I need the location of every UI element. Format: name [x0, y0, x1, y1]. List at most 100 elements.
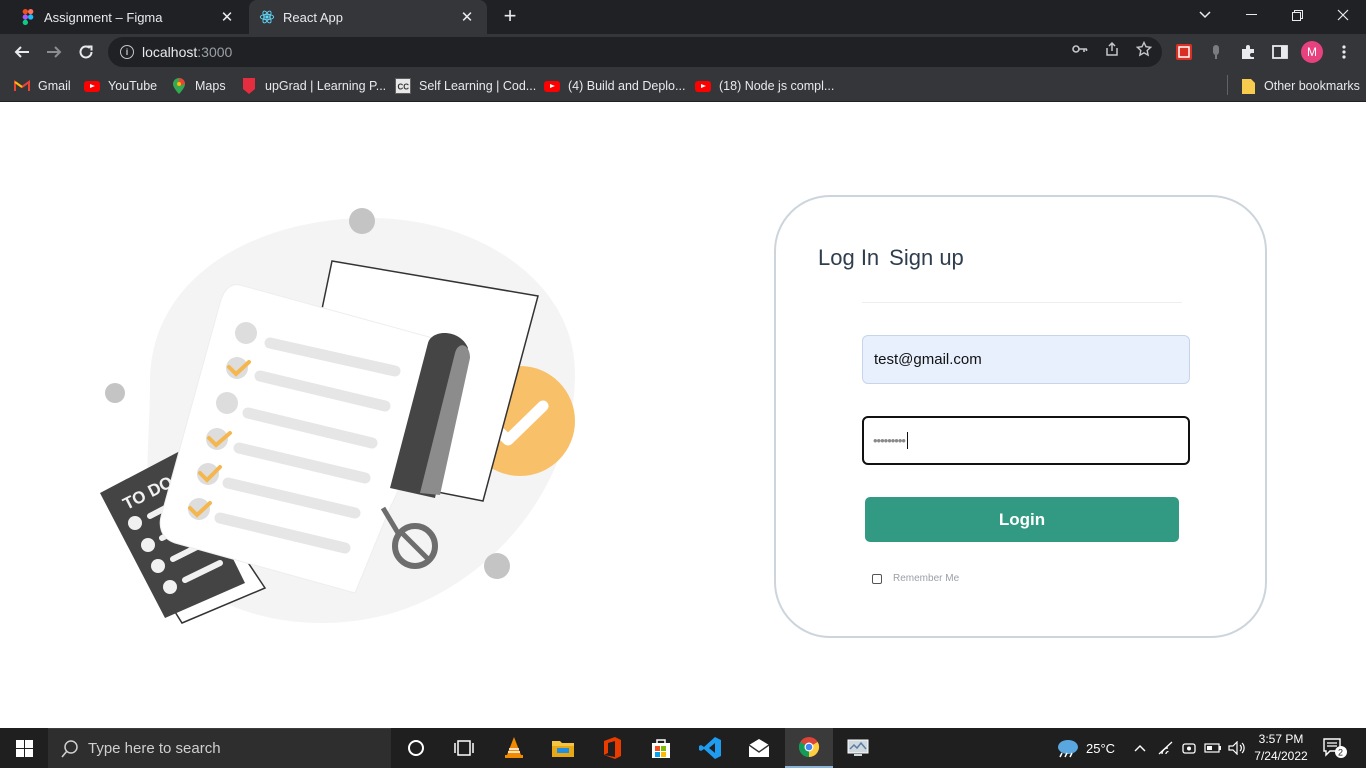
close-window-icon[interactable] — [1320, 0, 1366, 30]
tab-login[interactable]: Log In — [818, 245, 879, 271]
youtube-icon — [544, 79, 560, 93]
email-field[interactable]: test@gmail.com — [862, 335, 1190, 384]
temperature: 25°C — [1086, 740, 1116, 756]
youtube-icon — [695, 79, 711, 93]
address-port: :3000 — [197, 44, 233, 60]
windows-start-icon[interactable] — [0, 728, 48, 768]
taskbar-search[interactable]: Type here to search — [48, 728, 391, 768]
bookmarks-bar: Gmail YouTube Maps upGrad | Learning P..… — [0, 70, 1366, 102]
forward-arrow-icon[interactable] — [40, 38, 68, 66]
task-view-icon[interactable] — [440, 728, 488, 768]
remember-me[interactable]: Remember Me — [872, 573, 959, 584]
bookmark-youtube[interactable]: YouTube — [84, 76, 157, 96]
notification-center-icon[interactable]: 2 — [1322, 728, 1348, 768]
extension-red-icon[interactable] — [1174, 42, 1194, 62]
windows-taskbar: Type here to search 25°C 3:57 PM 7/24/20… — [0, 728, 1366, 768]
other-bookmarks-label: Other bookmarks — [1264, 79, 1360, 93]
folder-icon — [1240, 78, 1256, 94]
tray-overflow-icon[interactable] — [1134, 728, 1146, 768]
tab-signup[interactable]: Sign up — [889, 245, 964, 271]
search-placeholder: Type here to search — [88, 740, 221, 757]
remote-desktop-icon[interactable] — [834, 728, 882, 768]
login-button[interactable]: Login — [865, 497, 1179, 542]
extension-mic-icon[interactable] — [1206, 42, 1226, 62]
volume-icon[interactable] — [1228, 728, 1246, 768]
battery-icon[interactable] — [1204, 728, 1222, 768]
remember-me-label: Remember Me — [893, 573, 960, 584]
clock-time: 3:57 PM — [1258, 732, 1304, 746]
decor-dot — [484, 553, 510, 579]
back-arrow-icon[interactable] — [8, 38, 36, 66]
extensions-puzzle-icon[interactable] — [1238, 42, 1258, 62]
bookmark-label: Maps — [195, 79, 226, 93]
codingclub-icon: CC — [395, 78, 411, 94]
share-icon[interactable] — [1104, 41, 1120, 57]
gmail-icon — [14, 79, 30, 93]
minimize-icon[interactable] — [1228, 0, 1274, 30]
browser-tab-strip: Assignment – Figma ✕ React App ✕ + — [0, 0, 1366, 34]
side-panel-icon[interactable] — [1270, 42, 1290, 62]
remember-me-checkbox[interactable] — [872, 573, 882, 584]
tab-figma[interactable]: Assignment – Figma ✕ — [0, 0, 247, 34]
new-tab-button[interactable]: + — [498, 4, 522, 28]
tab-search-chevron-icon[interactable] — [1182, 0, 1228, 30]
react-icon — [259, 9, 275, 25]
bookmark-label: upGrad | Learning P... — [265, 79, 387, 93]
page-content: TO DO Log In Sign up test@gmail.com ••••… — [0, 103, 1366, 728]
login-card: Log In Sign up test@gmail.com ••••••••• … — [774, 195, 1267, 638]
decor-dot — [349, 208, 375, 234]
office-icon[interactable] — [588, 728, 636, 768]
figma-icon — [20, 9, 36, 25]
svg-text:CC: CC — [398, 83, 410, 92]
network-icon[interactable] — [1158, 728, 1174, 768]
cortana-icon[interactable] — [392, 728, 440, 768]
tab-react-app[interactable]: React App ✕ — [249, 0, 487, 34]
address-bar[interactable]: i localhost :3000 — [108, 37, 1162, 67]
clock-date: 7/24/2022 — [1254, 749, 1308, 763]
other-bookmarks[interactable]: Other bookmarks — [1240, 76, 1360, 96]
microsoft-store-icon[interactable] — [637, 728, 685, 768]
browser-toolbar: i localhost :3000 — [0, 34, 1366, 70]
bookmarks-separator — [1227, 75, 1228, 95]
divider — [862, 302, 1182, 303]
chrome-taskbar-icon[interactable] — [785, 728, 833, 768]
text-caret — [906, 432, 908, 449]
chrome-menu-icon[interactable] — [1334, 42, 1354, 62]
bookmark-label: (18) Node js compl... — [719, 79, 835, 93]
email-value: test@gmail.com — [874, 351, 982, 368]
bookmark-nodejs[interactable]: (18) Node js compl... — [695, 76, 834, 96]
weather-widget[interactable]: 25°C — [1056, 728, 1115, 768]
meet-now-icon[interactable] — [1182, 728, 1196, 768]
bookmark-upgrad[interactable]: upGrad | Learning P... — [241, 76, 386, 96]
tab-title: React App — [283, 9, 343, 25]
reload-icon[interactable] — [72, 38, 100, 66]
todo-illustration: TO DO — [100, 208, 575, 624]
bookmark-label: Self Learning | Cod... — [419, 79, 537, 93]
search-icon — [60, 739, 80, 759]
site-info-icon[interactable]: i — [120, 45, 134, 59]
password-field[interactable]: ••••••••• — [862, 416, 1190, 465]
notification-count: 2 — [1338, 748, 1343, 758]
bookmark-label: (4) Build and Deplo... — [568, 79, 686, 93]
file-explorer-icon[interactable] — [539, 728, 587, 768]
mail-icon[interactable] — [735, 728, 783, 768]
system-clock[interactable]: 3:57 PM 7/24/2022 — [1248, 731, 1314, 765]
bookmark-star-icon[interactable] — [1136, 41, 1152, 57]
weather-cloud-icon — [1056, 738, 1080, 758]
vlc-icon[interactable] — [490, 728, 538, 768]
restore-icon[interactable] — [1274, 0, 1320, 30]
upgrad-icon — [241, 78, 257, 94]
vscode-icon[interactable] — [686, 728, 734, 768]
maps-icon — [171, 78, 187, 94]
youtube-icon — [84, 79, 100, 93]
close-tab-icon[interactable]: ✕ — [459, 9, 475, 26]
bookmark-self-learning[interactable]: CC Self Learning | Cod... — [395, 76, 536, 96]
bookmark-build-deploy[interactable]: (4) Build and Deplo... — [544, 76, 685, 96]
bookmark-maps[interactable]: Maps — [171, 76, 226, 96]
profile-avatar[interactable]: M — [1301, 41, 1323, 63]
close-tab-icon[interactable]: ✕ — [219, 9, 235, 26]
password-key-icon[interactable] — [1072, 41, 1088, 57]
tab-title: Assignment – Figma — [44, 9, 163, 25]
bookmark-gmail[interactable]: Gmail — [14, 76, 71, 96]
bookmark-label: Gmail — [38, 79, 71, 93]
